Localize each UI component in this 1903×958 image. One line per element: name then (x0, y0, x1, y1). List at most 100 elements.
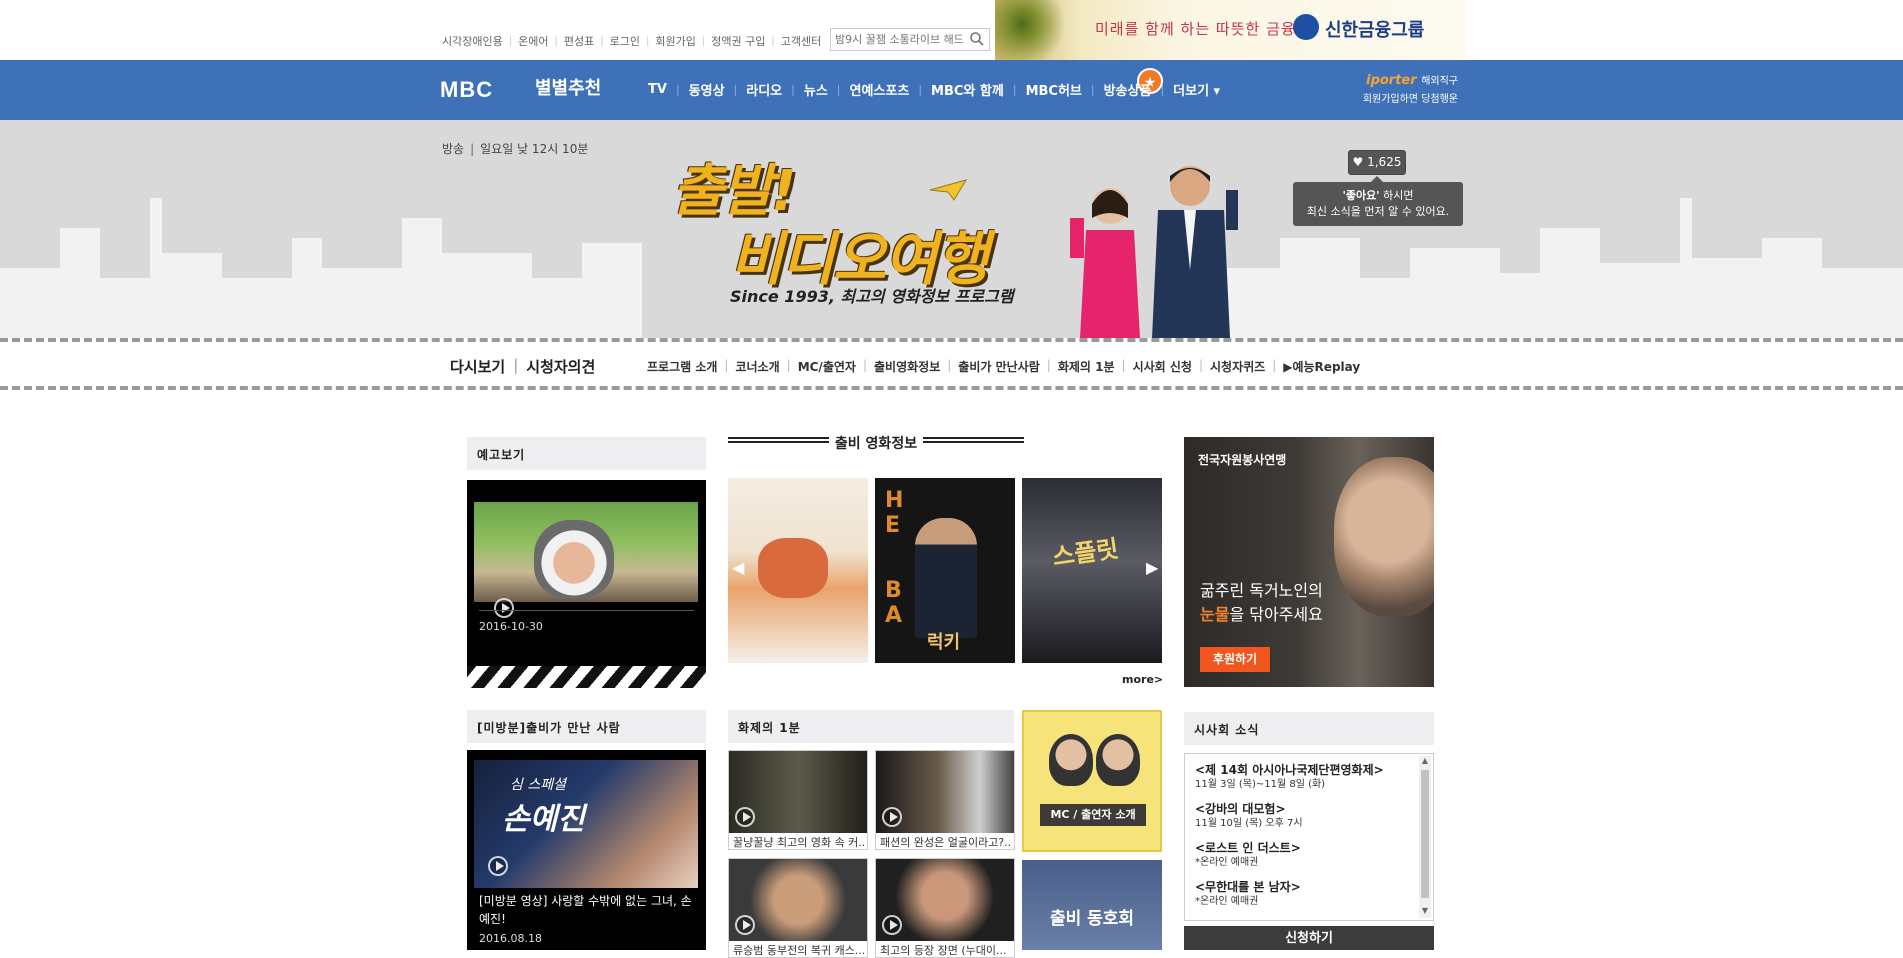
like-button[interactable]: ♥ 1,625 (1348, 150, 1406, 175)
iporter-ad[interactable]: iporter 해외직구 회원가입하면 당첨행운 (1328, 72, 1458, 105)
util-link-support[interactable]: 고객센터 (781, 33, 821, 49)
shinhan-logo-icon (1293, 14, 1319, 40)
ad-highlight: 눈물 (1200, 605, 1230, 624)
subnav-mc-cast[interactable]: MC/출연자 (798, 358, 856, 375)
iporter-tag: 해외직구 (1421, 76, 1458, 87)
screening-item[interactable]: <제 14회 아시아나국제단편영화제> 11월 3일 (목)~11월 8일 (화… (1195, 762, 1415, 792)
iporter-sub: 회원가입하면 당첨행운 (1362, 94, 1458, 105)
subnav-screening-apply[interactable]: 시사회 신청 (1133, 358, 1192, 375)
paper-plane-icon (928, 178, 968, 202)
subnav-movie-info[interactable]: 출비영화정보 (874, 358, 940, 375)
program-subtitle: Since 1993, 최고의 영화정보 프로그램 (730, 287, 1014, 306)
subnav-program-intro[interactable]: 프로그램 소개 (647, 358, 717, 375)
gnb-item-news[interactable]: 뉴스 (804, 80, 828, 99)
util-link-onair[interactable]: 온에어 (518, 33, 548, 49)
screening-item[interactable]: <강바의 대모험> 11월 10일 (목) 오후 7시 (1195, 801, 1415, 831)
movie-poster-lucky[interactable]: H E B A 럭키 (875, 478, 1015, 663)
preview-thumbnail (474, 502, 698, 618)
next-arrow-icon[interactable]: ▶ (1146, 558, 1158, 577)
more-link[interactable]: more> (1122, 673, 1163, 686)
ad-line1: 굶주린 독거노인의 (1200, 581, 1323, 600)
ad-org: 전국자원봉사연맹 (1198, 453, 1287, 467)
poster-title: 럭키 (927, 632, 961, 653)
subnav-secondary: 프로그램 소개 | 코너소개 | MC/출연자 | 출비영화정보 | 출비가 만난사람 |… (647, 358, 1361, 375)
apply-button[interactable]: 신청하기 (1184, 926, 1434, 950)
poster-title: 스플릿 (1050, 534, 1121, 572)
ad-brand: 신한금융그룹 (1325, 20, 1425, 41)
top-utility-bar: 시각장애인용 | 온에어 | 편성표 | 로그인 | 회원가입 | 정액권 구입 | 고객센… (0, 0, 1903, 60)
clip-caption: 꿀냥꿀냥 최고의 영화 속 커... (733, 836, 865, 849)
unaired-video[interactable]: 심 스페셜 손예진 [미방분 영상] 사랑할 수밖에 없는 그녀, 손예진! 2… (467, 750, 706, 950)
gnb-item-entertainment[interactable]: 연예스포츠 (850, 80, 910, 99)
gnb-item-goods[interactable]: 방송상품 (1104, 80, 1152, 99)
gnb-item-mbc-hub[interactable]: MBC허브 (1026, 80, 1082, 99)
like-tip-rest: 하시면 (1379, 189, 1414, 202)
star-pick-link[interactable]: 별별추천 ★ (535, 68, 1163, 100)
movie-info-heading: 출비 영화정보 (728, 433, 1024, 453)
util-link-login[interactable]: 로그인 (610, 33, 640, 49)
subnav-people-met[interactable]: 출비가 만난사람 (958, 358, 1039, 375)
play-icon (488, 856, 508, 876)
gnb-menu: TV | 동영상 | 라디오 | 뉴스 | 연예스포츠 | MBC와 함께 | MBC허브 |… (648, 80, 1221, 99)
search-input[interactable] (835, 31, 965, 48)
scroll-up-icon[interactable]: ▲ (1419, 756, 1431, 768)
scroll-thumb[interactable] (1421, 770, 1429, 898)
clip-item[interactable]: 류승범 동부전의 복귀 캐스... (728, 858, 868, 958)
search-icon[interactable] (969, 31, 987, 49)
subnav-viewer-opinion[interactable]: 시청자의견 (526, 356, 595, 377)
utility-links: 시각장애인용 | 온에어 | 편성표 | 로그인 | 회원가입 | 정액권 구입 | 고객센… (442, 33, 822, 49)
play-icon (882, 807, 902, 827)
mbc-logo[interactable]: MBC (440, 77, 493, 103)
alumni-card[interactable]: 출비 동호회 (1022, 860, 1162, 950)
scroll-down-icon[interactable]: ▼ (1419, 906, 1431, 918)
leaves-image (995, 0, 1085, 60)
volunteer-ad[interactable]: 전국자원봉사연맹 굶주린 독거노인의 눈물을 닦아주세요 후원하기 (1184, 437, 1434, 687)
mc-cast-card[interactable]: MC / 출연자 소개 (1022, 710, 1162, 852)
clip-item[interactable]: 최고의 등장 장면 (누대이... (875, 858, 1015, 958)
like-tooltip: '좋아요' 하시면 최신 소식을 먼저 알 수 있어요. (1293, 176, 1463, 226)
gnb-item-radio[interactable]: 라디오 (746, 80, 782, 99)
hot-clip-heading: 화제의 1분 (728, 710, 1014, 743)
preview-heading: 예고보기 (467, 437, 706, 470)
shinhan-ad-banner[interactable]: 미래를 함께 하는 따뜻한 금융 신한금융그룹 (995, 0, 1465, 60)
clip-item[interactable]: 패션의 완성은 얼굴이라고?... (875, 750, 1015, 850)
donate-button[interactable]: 후원하기 (1200, 647, 1270, 672)
screening-list: <제 14회 아시아나국제단편영화제> 11월 3일 (목)~11월 8일 (화… (1184, 753, 1434, 921)
play-icon (494, 598, 514, 618)
play-icon (882, 915, 902, 935)
gnb-item-video[interactable]: 동영상 (689, 80, 725, 99)
gnb-item-tv[interactable]: TV (648, 82, 667, 97)
play-icon (735, 807, 755, 827)
gnb-item-more[interactable]: 더보기 ▾ (1173, 80, 1220, 99)
prev-arrow-icon[interactable]: ◀ (732, 558, 744, 577)
unaired-thumbnail: 심 스페셜 손예진 (474, 760, 698, 888)
gnb-item-with-mbc[interactable]: MBC와 함께 (931, 80, 1004, 99)
util-link-signup[interactable]: 회원가입 (655, 33, 695, 49)
iporter-brand: iporter (1366, 73, 1417, 88)
subnav-corner-intro[interactable]: 코너소개 (735, 358, 779, 375)
subnav-primary: 다시보기 | 시청자의견 (450, 356, 596, 377)
mc-avatar (1096, 734, 1140, 786)
util-link-pass[interactable]: 정액권 구입 (711, 33, 765, 49)
clip-caption: 류승범 동부전의 복귀 캐스... (733, 944, 865, 957)
util-link-schedule[interactable]: 편성표 (564, 33, 594, 49)
subnav-hot-clip[interactable]: 화제의 1분 (1058, 358, 1115, 375)
scrollbar[interactable]: ▲ ▼ (1419, 756, 1431, 918)
screening-heading: 시사회 소식 (1184, 712, 1434, 745)
subnav-viewer-quiz[interactable]: 시청자퀴즈 (1210, 358, 1265, 375)
unaired-title: [미방분 영상] 사랑할 수밖에 없는 그녀, 손예진! (479, 894, 692, 926)
util-link-accessibility[interactable]: 시각장애인용 (442, 33, 503, 49)
channel-label: 방송 (442, 142, 465, 156)
subnav-replay[interactable]: 다시보기 (450, 356, 505, 377)
screening-item[interactable]: <로스트 인 더스트> *온라인 예매권 (1195, 840, 1415, 870)
unaired-heading: [미방분]출비가 만난 사람 (467, 710, 706, 743)
ad-line2: 을 닦아주세요 (1229, 605, 1323, 624)
preview-video[interactable]: 2016-10-30 (467, 480, 706, 688)
clip-caption: 패션의 완성은 얼굴이라고?... (880, 836, 1012, 849)
subnav-variety-replay[interactable]: ▶예능Replay (1283, 358, 1360, 375)
movie-poster[interactable]: ◀ (728, 478, 868, 663)
clip-item[interactable]: 꿀냥꿀냥 최고의 영화 속 커... (728, 750, 868, 850)
screening-item[interactable]: <무한대를 본 남자> *온라인 예매권 (1195, 879, 1415, 909)
star-pick-label: 별별추천 (535, 78, 602, 99)
movie-poster-split[interactable]: 스플릿 ▶ (1022, 478, 1162, 663)
